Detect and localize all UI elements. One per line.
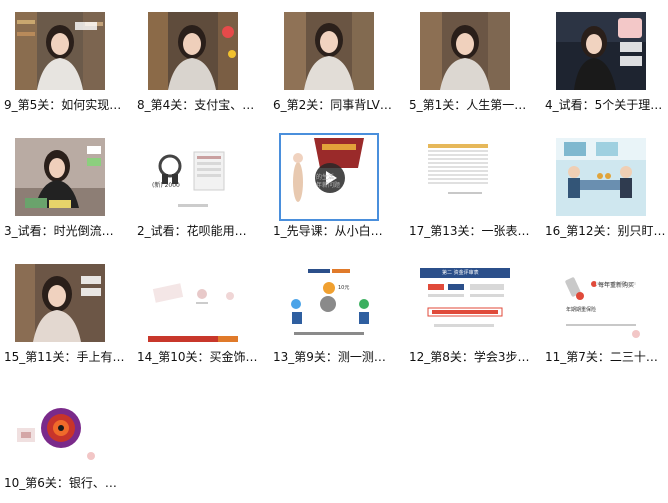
file-name: 1_先导课：从小白… [273, 224, 383, 238]
video-thumbnail: 的生活 年薪问题 [279, 133, 379, 221]
amount-caption: 10元 [338, 285, 350, 291]
file-name: 12_第8关：学会3步… [409, 350, 530, 364]
price-caption: (新) 2000 [152, 182, 180, 189]
file-name: 15_第11关：手上有… [4, 350, 125, 364]
file-item[interactable]: 6_第2关：同事背LV… [269, 0, 399, 125]
video-thumbnail [15, 264, 105, 342]
file-name: 16_第12关：别只盯… [545, 224, 666, 238]
file-name: 11_第7关：二三十… [545, 350, 658, 364]
file-name: 3_试看：时光倒流… [4, 224, 114, 238]
file-item[interactable]: 10元 13_第9关：测一测… [269, 252, 399, 377]
file-item[interactable]: 的生活 年薪问题 1_先导课：从小白… [269, 126, 399, 251]
video-thumbnail [556, 12, 646, 90]
file-item[interactable]: 每年重新购买 年期期重保险 11_第7关：二三十… [541, 252, 668, 377]
file-item[interactable]: 3_试看：时光倒流… [0, 126, 130, 251]
file-name: 2_试看：花呗能用… [137, 224, 247, 238]
file-name: 14_第10关：买金饰… [137, 350, 258, 364]
video-thumbnail [420, 12, 510, 90]
file-item[interactable]: 4_试看：5个关于理… [541, 0, 668, 125]
file-name: 17_第13关：一张表… [409, 224, 530, 238]
file-name: 9_第5关：如何实现… [4, 98, 122, 112]
file-item[interactable]: 8_第4关：支付宝、… [133, 0, 263, 125]
file-name: 10_第6关：银行、… [4, 476, 117, 490]
file-item[interactable]: (新) 2000 2_试看：花呗能用… [133, 126, 263, 251]
file-name: 8_第4关：支付宝、… [137, 98, 255, 112]
video-caption: 的生活 年薪问题 [316, 174, 341, 189]
file-name: 4_试看：5个关于理… [545, 98, 663, 112]
slide-subtitle: 年期期重保险 [566, 307, 597, 313]
file-item[interactable]: 9_第5关：如何实现… [0, 0, 130, 125]
file-name: 5_第1关：人生第一… [409, 98, 527, 112]
table-title: 第二 资金评审表 [442, 270, 479, 276]
file-name: 6_第2关：同事背LV… [273, 98, 392, 112]
slide-thumbnail [15, 390, 105, 468]
slide-thumbnail: 10元 [284, 264, 374, 342]
file-item[interactable]: 15_第11关：手上有… [0, 252, 130, 377]
slide-thumbnail: 第二 资金评审表 [420, 264, 510, 342]
file-item[interactable]: 5_第1关：人生第一… [405, 0, 535, 125]
file-item[interactable]: 10_第6关：银行、… [0, 378, 130, 503]
slide-thumbnail: (新) 2000 [148, 138, 238, 216]
slide-thumbnail [148, 264, 238, 342]
video-thumbnail [15, 12, 105, 90]
cartoon-thumbnail [556, 138, 646, 216]
video-thumbnail [148, 12, 238, 90]
slide-thumbnail: 每年重新购买 年期期重保险 [556, 264, 646, 342]
file-item[interactable]: 16_第12关：别只盯… [541, 126, 668, 251]
table-thumbnail [420, 138, 510, 216]
video-thumbnail [15, 138, 105, 216]
file-name: 13_第9关：测一测… [273, 350, 386, 364]
file-item[interactable]: 14_第10关：买金饰… [133, 252, 263, 377]
slide-title: 每年重新购买 [598, 282, 635, 289]
video-thumbnail [284, 12, 374, 90]
file-item[interactable]: 第二 资金评审表 12_第8关：学会3步… [405, 252, 535, 377]
file-item[interactable]: 17_第13关：一张表… [405, 126, 535, 251]
file-grid: 9_第5关：如何实现… 8_第4关：支付宝、… 6_第2关：同事背LV… 5_第… [0, 0, 668, 497]
